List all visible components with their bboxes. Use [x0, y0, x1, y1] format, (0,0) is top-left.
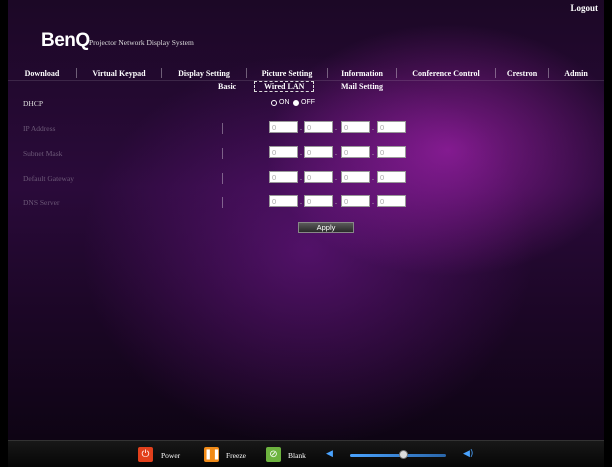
dhcp-on-radio[interactable] [271, 100, 277, 106]
logout-link[interactable]: Logout [570, 3, 598, 13]
subnet-mask-label: Subnet Mask [23, 149, 63, 158]
octet-dot: . [300, 197, 302, 206]
octet-dot: . [372, 123, 374, 132]
octet-dot: . [372, 173, 374, 182]
dns-server-label: DNS Server [23, 198, 60, 207]
volume-up-icon[interactable]: ◀) [463, 449, 473, 459]
menu-admin[interactable]: Admin [549, 69, 603, 78]
power-icon[interactable]: ⏻ [138, 447, 153, 462]
dhcp-on-label: ON [279, 99, 290, 106]
ip-octet-3[interactable]: 0 [341, 121, 370, 133]
default-gateway-row: Default Gateway 0 . 0 . 0 . 0 [8, 171, 604, 187]
dhcp-label: DHCP [23, 99, 44, 108]
menu-display-setting[interactable]: Display Setting [162, 69, 246, 78]
app-tagline: Projector Network Display System [89, 38, 194, 47]
row-divider [222, 197, 223, 208]
dns-server-row: DNS Server 0 . 0 . 0 . 0 [8, 195, 604, 211]
row-divider [222, 173, 223, 184]
gateway-octet-2[interactable]: 0 [304, 171, 333, 183]
freeze-label[interactable]: Freeze [226, 451, 246, 460]
dns-octet-3[interactable]: 0 [341, 195, 370, 207]
menu-picture-setting[interactable]: Picture Setting [247, 69, 327, 78]
benq-logo: BenQ [41, 30, 90, 51]
octet-dot: . [300, 173, 302, 182]
subnet-octet-1[interactable]: 0 [269, 146, 298, 158]
subnet-octet-2[interactable]: 0 [304, 146, 333, 158]
dhcp-off-label: OFF [301, 99, 315, 106]
apply-button[interactable]: Apply [298, 222, 354, 233]
dns-octet-1[interactable]: 0 [269, 195, 298, 207]
octet-dot: . [372, 197, 374, 206]
app-frame: Logout BenQ Projector Network Display Sy… [8, 0, 604, 467]
ip-address-label: IP Address [23, 124, 56, 133]
dhcp-off-radio[interactable] [293, 100, 299, 106]
sub-navigation: Basic Wired LAN Mail Setting [8, 80, 604, 94]
blank-label[interactable]: Blank [288, 451, 306, 460]
ip-address-row: IP Address 0 . 0 . 0 . 0 [8, 121, 604, 137]
octet-dot: . [335, 173, 337, 182]
octet-dot: . [335, 123, 337, 132]
gateway-octet-1[interactable]: 0 [269, 171, 298, 183]
volume-down-icon[interactable]: ◀ [326, 449, 333, 459]
row-divider [222, 148, 223, 159]
tab-mail-setting[interactable]: Mail Setting [341, 82, 383, 91]
menu-information[interactable]: Information [328, 69, 396, 78]
default-gateway-label: Default Gateway [23, 174, 75, 183]
ip-octet-2[interactable]: 0 [304, 121, 333, 133]
gateway-octet-4[interactable]: 0 [377, 171, 406, 183]
octet-dot: . [335, 148, 337, 157]
menu-download[interactable]: Download [8, 69, 76, 78]
gateway-octet-3[interactable]: 0 [341, 171, 370, 183]
tab-basic[interactable]: Basic [218, 82, 236, 91]
power-label[interactable]: Power [161, 451, 180, 460]
ip-octet-1[interactable]: 0 [269, 121, 298, 133]
subnet-octet-4[interactable]: 0 [377, 146, 406, 158]
subnet-mask-row: Subnet Mask 0 . 0 . 0 . 0 [8, 146, 604, 162]
main-menu: Download Virtual Keypad Display Setting … [8, 66, 604, 81]
menu-conference-control[interactable]: Conference Control [397, 69, 495, 78]
dns-octet-4[interactable]: 0 [377, 195, 406, 207]
menu-crestron[interactable]: Crestron [496, 69, 548, 78]
dns-octet-2[interactable]: 0 [304, 195, 333, 207]
row-divider [222, 123, 223, 134]
freeze-icon[interactable]: ❚❚ [204, 447, 221, 462]
menu-virtual-keypad[interactable]: Virtual Keypad [77, 69, 161, 78]
tab-wired-lan[interactable]: Wired LAN [254, 81, 315, 92]
dhcp-row: DHCP ON OFF [8, 96, 604, 112]
octet-dot: . [300, 123, 302, 132]
bottom-toolbar: ⏻ Power ❚❚ Freeze ⊘ Blank ◀ ◀) [8, 440, 604, 467]
volume-slider-knob[interactable] [398, 450, 408, 459]
blank-icon[interactable]: ⊘ [266, 447, 281, 462]
octet-dot: . [300, 148, 302, 157]
octet-dot: . [372, 148, 374, 157]
octet-dot: . [335, 197, 337, 206]
ip-octet-4[interactable]: 0 [377, 121, 406, 133]
subnet-octet-3[interactable]: 0 [341, 146, 370, 158]
